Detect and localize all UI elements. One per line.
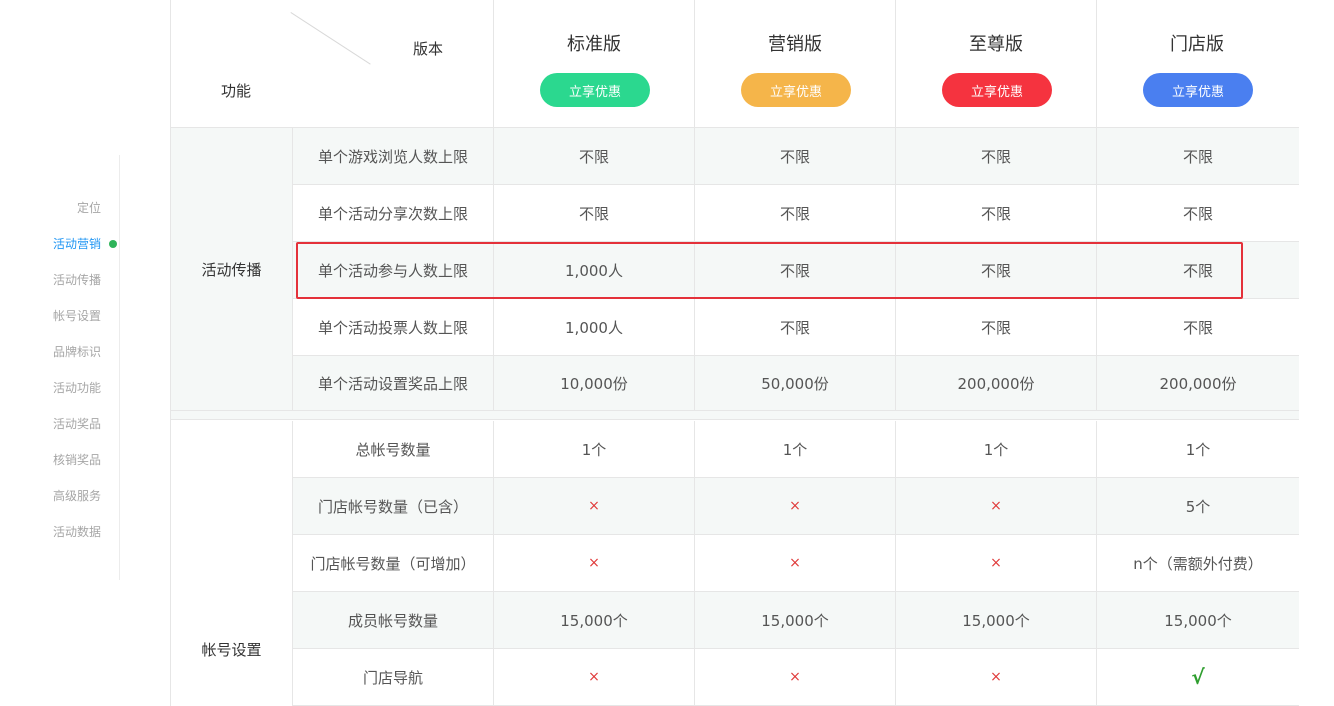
marketing-discount-button[interactable]: 立享优惠: [741, 73, 851, 107]
value-cell: 200,000份: [1096, 356, 1299, 411]
value-cell: 不限: [493, 185, 694, 242]
plan-name: 至尊版: [969, 34, 1023, 55]
feature-cell: 总帐号数量: [292, 421, 493, 478]
nav-item-positioning[interactable]: 定位: [77, 190, 101, 226]
feature-cell: 单个游戏浏览人数上限: [292, 128, 493, 185]
value-cell: 不限: [694, 242, 895, 299]
cross-icon: ×: [789, 555, 801, 571]
value-cell: 5个: [1096, 478, 1299, 535]
value-cell: 15,000个: [895, 592, 1096, 649]
header-function-label: 功能: [221, 82, 252, 100]
section-divider: [171, 411, 1299, 420]
nav-item-advanced-services[interactable]: 高级服务: [53, 478, 101, 514]
nav-item-label: 活动营销: [52, 237, 101, 251]
feature-cell: 单个活动分享次数上限: [292, 185, 493, 242]
value-cell: 不限: [895, 185, 1096, 242]
value-cell: 10,000份: [493, 356, 694, 411]
value-cell: ×: [694, 535, 895, 592]
feature-cell: 单个活动参与人数上限: [292, 242, 493, 299]
cross-icon: ×: [990, 498, 1002, 514]
value-cell: 不限: [1096, 128, 1299, 185]
value-cell: 1个: [895, 421, 1096, 478]
plan-header-store: 门店版 立享优惠: [1096, 0, 1297, 128]
value-cell: 不限: [694, 299, 895, 356]
value-cell: ×: [895, 535, 1096, 592]
value-cell: 200,000份: [895, 356, 1096, 411]
plan-name: 营销版: [768, 34, 822, 55]
plan-comparison-table: 功能 版本 标准版 立享优惠 营销版 立享优惠 至尊版 立享优惠 门店版 立享优…: [170, 0, 1299, 706]
value-cell: ×: [694, 649, 895, 706]
nav-item-activity-marketing[interactable]: 活动营销: [52, 226, 117, 262]
section-label-account-settings: 帐号设置: [201, 641, 262, 659]
cross-icon: ×: [789, 669, 801, 685]
value-cell: 不限: [895, 242, 1096, 299]
value-cell: 不限: [1096, 242, 1299, 299]
value-cell: 不限: [694, 185, 895, 242]
value-cell: 不限: [895, 128, 1096, 185]
nav-item-activity-prizes[interactable]: 活动奖品: [53, 406, 101, 442]
cross-icon: ×: [588, 555, 600, 571]
feature-cell: 单个活动投票人数上限: [292, 299, 493, 356]
section-label-activity-spread: 活动传播: [171, 128, 292, 411]
value-cell: 不限: [1096, 185, 1299, 242]
header-diagonal-divider: [290, 12, 371, 65]
value-cell: ×: [493, 649, 694, 706]
value-cell: 1,000人: [493, 299, 694, 356]
feature-cell: 单个活动设置奖品上限: [292, 356, 493, 411]
value-cell: 不限: [694, 128, 895, 185]
nav-item-account-settings[interactable]: 帐号设置: [53, 298, 101, 334]
value-cell: 不限: [493, 128, 694, 185]
value-cell: √: [1096, 649, 1299, 706]
value-cell: 1个: [1096, 421, 1299, 478]
value-cell: 15,000个: [493, 592, 694, 649]
feature-cell: 门店导航: [292, 649, 493, 706]
value-cell: 1,000人: [493, 242, 694, 299]
value-cell: 不限: [1096, 299, 1299, 356]
feature-cell: 门店帐号数量（已含）: [292, 478, 493, 535]
nav-item-brand-logo[interactable]: 品牌标识: [53, 334, 101, 370]
plan-name: 标准版: [567, 34, 621, 55]
value-cell: n个（需额外付费）: [1096, 535, 1299, 592]
value-cell: ×: [895, 478, 1096, 535]
side-nav: 定位 活动营销 活动传播 帐号设置 品牌标识 活动功能 活动奖品 核销奖品 高级…: [0, 155, 120, 580]
nav-item-activity-spread[interactable]: 活动传播: [53, 262, 101, 298]
value-cell: 不限: [895, 299, 1096, 356]
plan-name: 门店版: [1170, 34, 1224, 55]
value-cell: ×: [694, 478, 895, 535]
value-cell: ×: [493, 478, 694, 535]
premium-discount-button[interactable]: 立享优惠: [942, 73, 1052, 107]
cross-icon: ×: [588, 498, 600, 514]
value-cell: 50,000份: [694, 356, 895, 411]
table-header: 功能 版本 标准版 立享优惠 营销版 立享优惠 至尊版 立享优惠 门店版 立享优…: [171, 0, 1299, 128]
value-cell: 15,000个: [694, 592, 895, 649]
cross-icon: ×: [990, 555, 1002, 571]
plan-header-standard: 标准版 立享优惠: [493, 0, 694, 128]
cross-icon: ×: [588, 669, 600, 685]
value-cell: 1个: [694, 421, 895, 478]
nav-item-activity-features[interactable]: 活动功能: [53, 370, 101, 406]
value-cell: ×: [493, 535, 694, 592]
value-cell: 15,000个: [1096, 592, 1299, 649]
header-version-label: 版本: [413, 40, 444, 58]
cross-icon: ×: [990, 669, 1002, 685]
feature-cell: 成员帐号数量: [292, 592, 493, 649]
nav-item-redeem-prizes[interactable]: 核销奖品: [53, 442, 101, 478]
store-discount-button[interactable]: 立享优惠: [1143, 73, 1253, 107]
feature-cell: 门店帐号数量（可增加）: [292, 535, 493, 592]
cross-icon: ×: [789, 498, 801, 514]
plan-header-premium: 至尊版 立享优惠: [895, 0, 1096, 128]
value-cell: 1个: [493, 421, 694, 478]
standard-discount-button[interactable]: 立享优惠: [540, 73, 650, 107]
nav-item-activity-data[interactable]: 活动数据: [53, 514, 101, 550]
active-indicator-dot: [109, 240, 117, 248]
check-icon: √: [1191, 665, 1205, 689]
value-cell: ×: [895, 649, 1096, 706]
plan-header-marketing: 营销版 立享优惠: [694, 0, 895, 128]
